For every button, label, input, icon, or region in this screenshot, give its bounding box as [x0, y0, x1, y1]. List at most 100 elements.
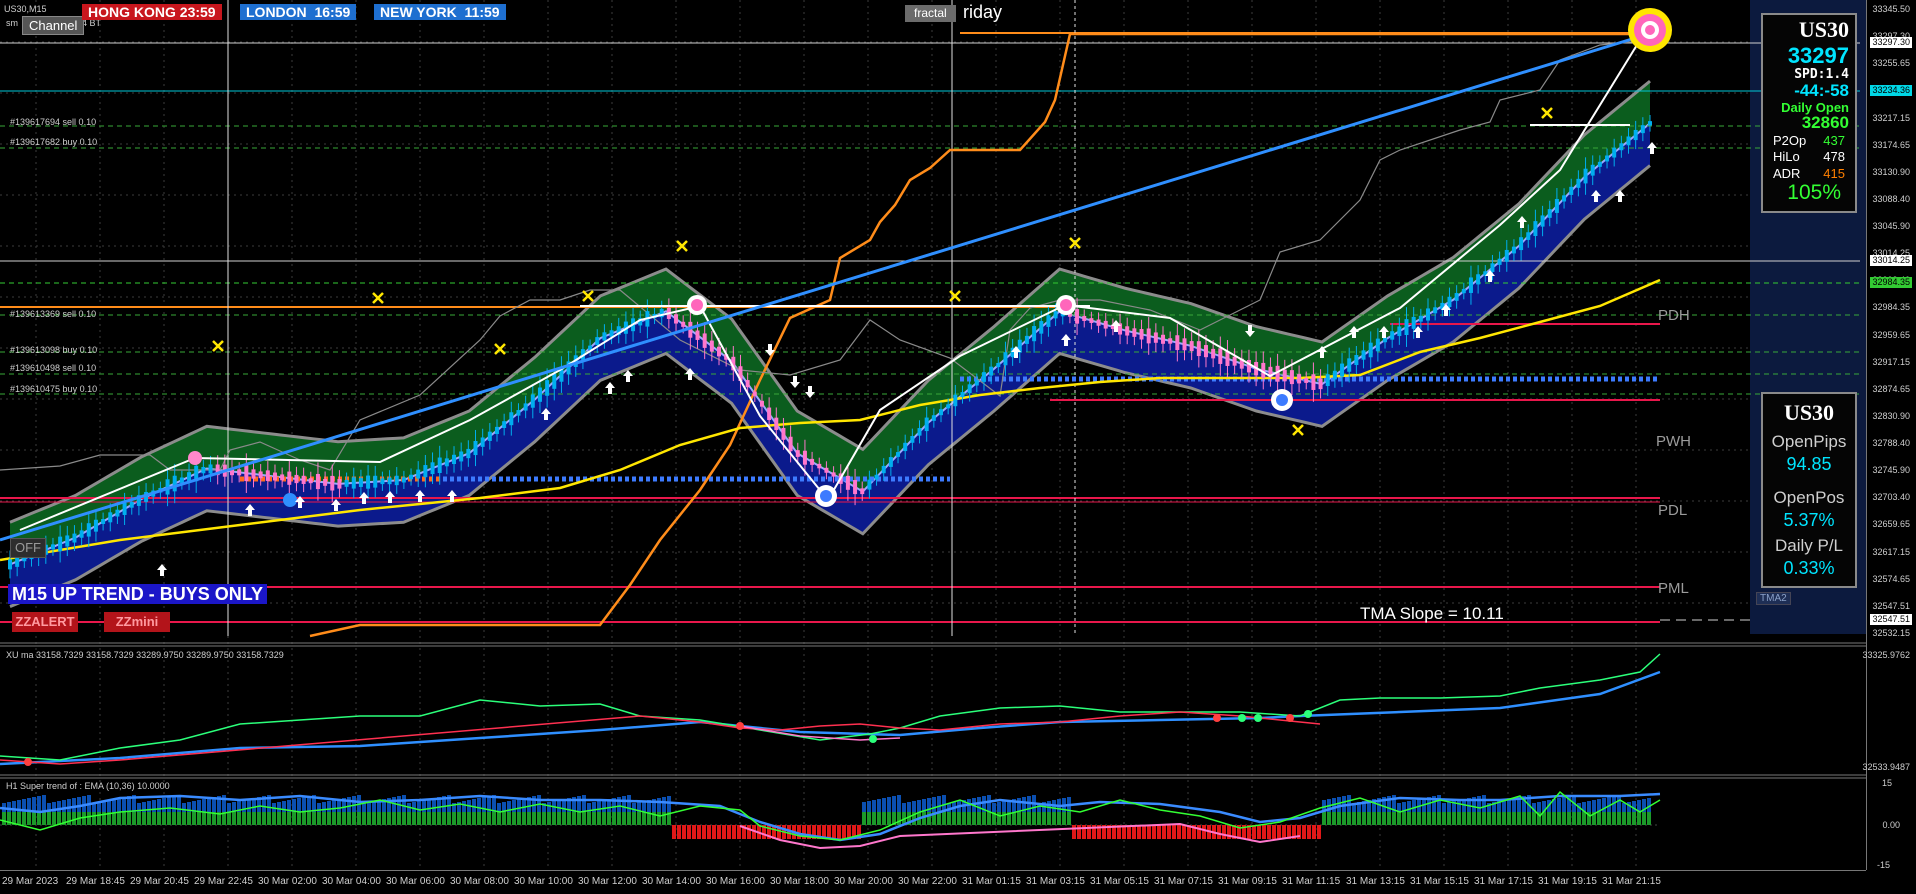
candle	[1168, 338, 1173, 344]
st-histogram-bar	[302, 812, 306, 825]
pos-open-pips: 94.85	[1786, 454, 1832, 474]
position-panel: US30 OpenPips 94.85 OpenPos 5.37% Daily …	[1761, 392, 1857, 588]
st-histogram-bar	[962, 812, 966, 825]
candle	[1175, 335, 1180, 351]
candle	[1504, 249, 1509, 262]
st-histogram-bar	[1637, 812, 1641, 825]
st-histogram-bar	[982, 812, 986, 825]
time-tick: 30 Mar 18:00	[770, 876, 829, 887]
price-axis[interactable]	[1866, 0, 1916, 870]
st-histogram-bar	[1457, 812, 1461, 825]
candle	[1447, 296, 1452, 308]
st-histogram-bar	[1217, 825, 1221, 839]
st-histogram-bar	[872, 812, 876, 825]
candle	[172, 475, 177, 492]
st-histogram-bar	[1262, 825, 1266, 839]
st-histogram-bar	[522, 812, 526, 825]
candle	[860, 488, 865, 495]
candle	[1032, 326, 1037, 342]
st-histogram-bar	[1037, 812, 1041, 825]
candle	[917, 428, 922, 436]
time-tick: 31 Mar 11:15	[1282, 876, 1341, 887]
st-histogram-bar	[1022, 812, 1026, 825]
candle	[1325, 374, 1330, 387]
st-histogram-bar	[202, 812, 206, 825]
candle	[351, 477, 356, 489]
off-button[interactable]: OFF	[10, 538, 46, 558]
info-adr-label: ADR	[1773, 166, 1801, 181]
time-tick: 30 Mar 14:00	[642, 876, 701, 887]
main-chart[interactable]	[0, 0, 1916, 893]
st-histogram-bar	[317, 812, 321, 825]
candle	[1511, 246, 1516, 254]
st-histogram-bar	[472, 812, 476, 825]
candle	[58, 536, 63, 552]
st-histogram-bar	[952, 812, 956, 825]
st-histogram-bar	[1532, 812, 1536, 825]
candle	[72, 533, 77, 543]
candle	[831, 472, 836, 477]
st-histogram-bar	[22, 812, 26, 825]
st-histogram-bar	[47, 812, 51, 825]
st-histogram-bar	[1302, 825, 1306, 839]
buy-arrow	[605, 382, 615, 394]
st-histogram-bar	[1392, 812, 1396, 825]
price-tick: 33174.65	[1872, 139, 1910, 150]
candle	[967, 384, 972, 394]
candle	[101, 519, 106, 524]
st-histogram-bar	[447, 812, 451, 825]
candle	[802, 450, 807, 465]
level-pdl: PDL	[1658, 502, 1688, 519]
candle	[122, 502, 127, 515]
st-histogram-bar	[1627, 812, 1631, 825]
xu-panel-title: XU ma 33158.7329 33158.7329 33289.9750 3…	[6, 650, 284, 660]
st-histogram-bar	[1552, 812, 1556, 825]
candle	[910, 436, 915, 443]
st-histogram-bar	[877, 812, 881, 825]
candle	[1461, 288, 1466, 294]
st-histogram-bar	[1337, 812, 1341, 825]
st-histogram-bar	[287, 812, 291, 825]
st-histogram-bar	[187, 812, 191, 825]
candle	[1648, 121, 1652, 126]
st-histogram-bar	[442, 812, 446, 825]
channel-button[interactable]: Channel	[22, 16, 85, 35]
price-box: 33297.30	[1870, 37, 1912, 48]
candle	[1368, 342, 1373, 358]
fractal-button[interactable]: fractal	[905, 5, 956, 22]
candle	[509, 412, 514, 426]
tma-slope-label: TMA Slope = 10.11	[1360, 604, 1504, 623]
st-histogram-bar	[1487, 812, 1491, 825]
st-histogram-bar	[432, 812, 436, 825]
sell-arrow	[790, 376, 800, 388]
candle	[373, 475, 378, 488]
st-histogram-bar	[572, 812, 576, 825]
order-tag: #139613369 sell 0.10	[10, 309, 97, 319]
time-tick: 29 Mar 2023	[2, 876, 59, 887]
price-tick: 32745.90	[1872, 465, 1910, 476]
st-histogram-bar	[417, 812, 421, 825]
candle	[1468, 277, 1473, 293]
candle	[201, 467, 206, 474]
trend-banner: M15 UP TREND - BUYS ONLY	[8, 584, 268, 604]
candle	[1626, 136, 1631, 146]
candle	[208, 464, 213, 474]
st-histogram-bar	[1197, 825, 1201, 839]
zzalert-button[interactable]: ZZALERT	[12, 612, 78, 632]
candle	[767, 407, 772, 421]
tma2-button[interactable]: TMA2	[1756, 592, 1791, 605]
info-timer: -44:-58	[1794, 81, 1849, 100]
st-histogram-bar	[547, 812, 551, 825]
st-histogram-bar	[1282, 825, 1286, 839]
candle	[1225, 351, 1230, 366]
st-histogram-bar	[1522, 812, 1526, 825]
level-pml: PML	[1658, 580, 1689, 597]
candle	[989, 366, 994, 376]
st-histogram-bar	[512, 812, 516, 825]
st-histogram-bar	[1042, 812, 1046, 825]
zzmini-button[interactable]: ZZmini	[104, 612, 170, 632]
st-histogram-bar	[307, 812, 311, 825]
candle	[358, 478, 363, 487]
st-histogram-bar	[887, 812, 891, 825]
sub-label: sm	[6, 18, 18, 28]
